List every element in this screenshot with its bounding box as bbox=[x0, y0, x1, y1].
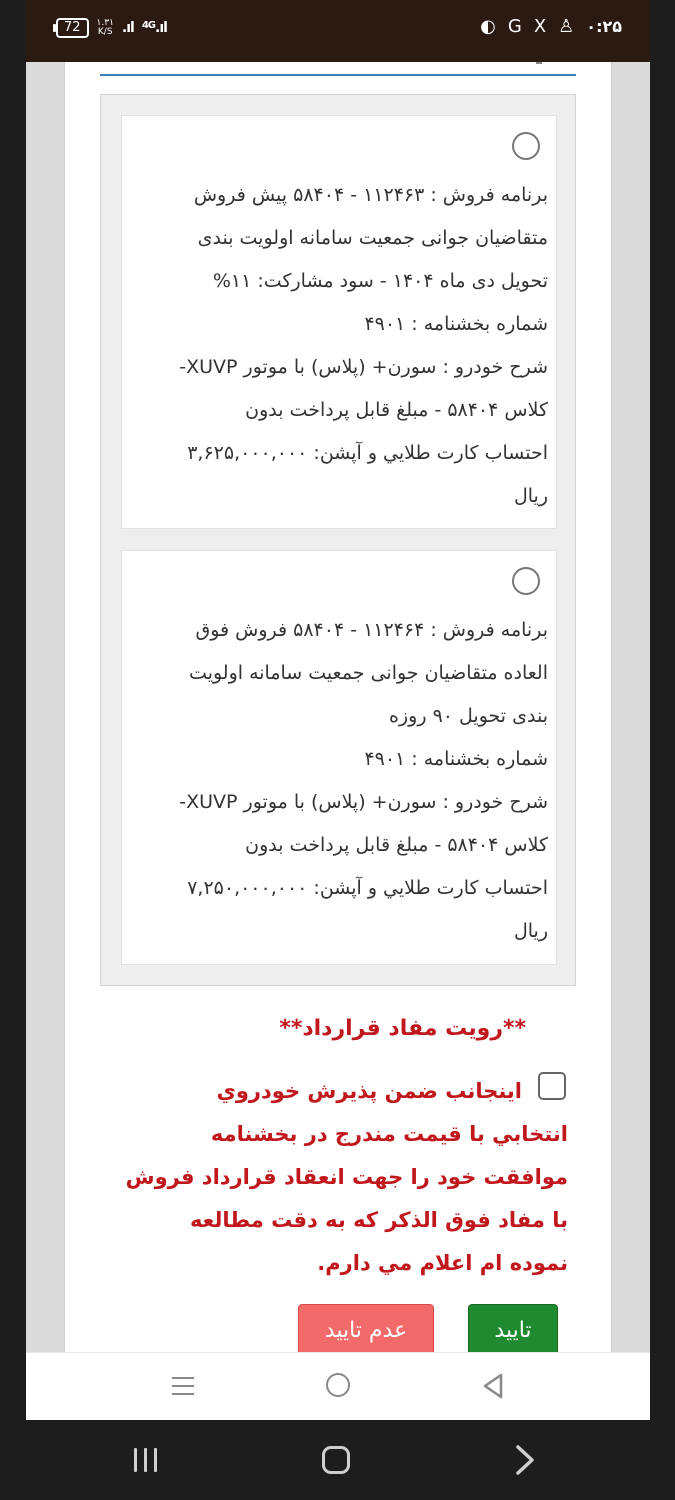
option-line: ريال bbox=[513, 920, 548, 942]
terms-line: نموده ام اعلام مي دارم. bbox=[317, 1251, 568, 1275]
battery-icon: 72 bbox=[53, 18, 89, 38]
terms-line: با مفاد فوق الذكر كه به دقت مطالعه bbox=[189, 1208, 568, 1232]
confirm-button[interactable]: تاييد bbox=[468, 1304, 558, 1356]
terms-line: اينجانب ضمن پذيرش خودروي bbox=[216, 1079, 522, 1103]
signal-icon: .ıl bbox=[121, 20, 135, 36]
network-label: 4G bbox=[141, 20, 156, 31]
option-line: شرح خودرو : سورن+ (پلاس) با موتور XUVP- bbox=[179, 356, 548, 378]
network-type: 4G.ıl bbox=[141, 20, 168, 36]
sale-option-card[interactable]: برنامه فروش : ۱۱۲۴۶۴ - ۵۸۴۰۴ فروش فوق ال… bbox=[121, 550, 557, 965]
network-speed: ۱.۳۱ K/S bbox=[97, 19, 114, 37]
section-divider bbox=[100, 74, 576, 76]
option-line: تحویل دی ماه ۱۴۰۴ - سود مشارکت: ۱۱% bbox=[212, 270, 548, 292]
dnd-icon: ◐ bbox=[480, 16, 496, 37]
option-line: متقاضیان جوانی جمعیت سامانه اولویت بندی bbox=[197, 227, 548, 249]
option-line: شماره بخشنامه : ۴۹۰۱ bbox=[364, 313, 548, 335]
recent-apps-icon[interactable] bbox=[128, 1442, 168, 1478]
status-bar: 72 ۱.۳۱ K/S .ıl 4G.ıl ◐ G X ♙ ۰:۲۵ bbox=[26, 0, 650, 62]
chrome-icon: G bbox=[507, 16, 522, 37]
home-circle-icon[interactable] bbox=[320, 1371, 356, 1403]
option-line: شماره بخشنامه : ۴۹۰۱ bbox=[364, 748, 548, 770]
option-line: بندی تحویل ۹۰ روزه bbox=[389, 705, 548, 727]
option-line: احتساب کارت طلايي و آپشن: ۷,۲۵۰,۰۰۰,۰۰۰ bbox=[187, 877, 548, 899]
system-nav-bar bbox=[0, 1420, 675, 1500]
option-radio[interactable] bbox=[512, 132, 540, 160]
home-icon[interactable] bbox=[318, 1442, 358, 1478]
option-line: ريال bbox=[513, 485, 548, 507]
option-description: برنامه فروش : ۱۱۲۴۶۳ - ۵۸۴۰۴ پیش فروش مت… bbox=[132, 174, 548, 518]
menu-icon[interactable] bbox=[166, 1371, 202, 1403]
terms-title: **رويت مفاد قرارداد** bbox=[279, 1016, 526, 1041]
terms-text: اينجانب ضمن پذيرش خودروي انتخابي با قيمت… bbox=[108, 1070, 568, 1285]
option-line: احتساب کارت طلايي و آپشن: ۳,۶۲۵,۰۰۰,۰۰۰ bbox=[187, 442, 548, 464]
chevron-right-icon[interactable] bbox=[506, 1442, 546, 1478]
browser-nav-bar bbox=[26, 1352, 650, 1420]
option-description: برنامه فروش : ۱۱۲۴۶۴ - ۵۸۴۰۴ فروش فوق ال… bbox=[132, 609, 548, 953]
sale-option-card[interactable]: برنامه فروش : ۱۱۲۴۶۳ - ۵۸۴۰۴ پیش فروش مت… bbox=[121, 115, 557, 529]
option-radio[interactable] bbox=[512, 567, 540, 595]
back-triangle-icon[interactable] bbox=[478, 1371, 514, 1403]
phone-screen: 72 ۱.۳۱ K/S .ıl 4G.ıl ◐ G X ♙ ۰:۲۵ برنام… bbox=[26, 0, 650, 1420]
clock: ۰:۲۵ bbox=[586, 17, 622, 36]
option-line: برنامه فروش : ۱۱۲۴۶۴ - ۵۸۴۰۴ فروش فوق bbox=[195, 619, 548, 641]
notification-icon: ♙ bbox=[558, 16, 575, 37]
terms-line: انتخابي با قيمت مندرج در بخشنامه bbox=[210, 1122, 568, 1146]
reject-button[interactable]: عدم تاييد bbox=[298, 1304, 434, 1356]
speed-unit: K/S bbox=[97, 27, 113, 37]
clipped-text-mark bbox=[536, 62, 542, 64]
status-left: 72 ۱.۳۱ K/S .ıl 4G.ıl bbox=[53, 18, 168, 38]
option-line: شرح خودرو : سورن+ (پلاس) با موتور XUVP- bbox=[179, 791, 548, 813]
option-line: العاده متقاضیان جوانی جمعیت سامانه اولوی… bbox=[189, 662, 548, 684]
option-line: کلاس ۵۸۴۰۴ - مبلغ قابل پرداخت بدون bbox=[245, 834, 548, 856]
option-line: برنامه فروش : ۱۱۲۴۶۳ - ۵۸۴۰۴ پیش فروش bbox=[193, 184, 548, 206]
status-right: ◐ G X ♙ ۰:۲۵ bbox=[480, 16, 622, 37]
terms-line: موافقت خود را جهت انعقاد قرارداد فروش bbox=[125, 1165, 568, 1189]
sale-options-panel: برنامه فروش : ۱۱۲۴۶۳ - ۵۸۴۰۴ پیش فروش مت… bbox=[100, 94, 576, 986]
x-icon: X bbox=[533, 16, 547, 37]
option-line: کلاس ۵۸۴۰۴ - مبلغ قابل پرداخت بدون bbox=[245, 399, 548, 421]
